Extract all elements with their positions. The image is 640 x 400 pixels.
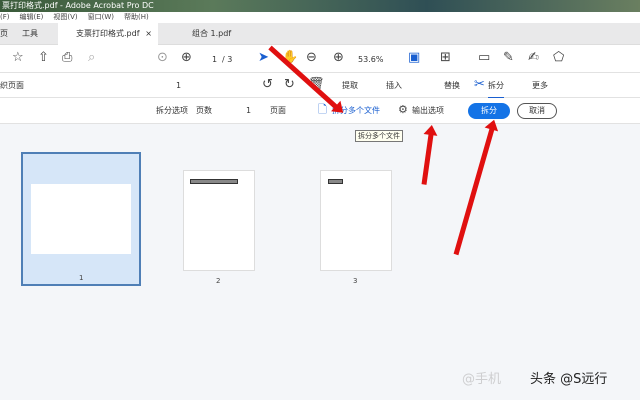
more-button[interactable]: 更多 bbox=[532, 81, 548, 91]
title-bar: 票打印格式.pdf - Adobe Acrobat Pro DC bbox=[0, 0, 640, 12]
split-button[interactable]: 拆分 bbox=[468, 103, 510, 119]
page-total: / 3 bbox=[222, 55, 233, 64]
menu-help[interactable]: 帮助(H) bbox=[124, 12, 149, 23]
tooltip: 拆分多个文件 bbox=[355, 130, 403, 142]
page-number: 2 bbox=[216, 277, 221, 285]
menu-view[interactable]: 视图(V) bbox=[53, 12, 77, 23]
watermark: 头条 @S远行 bbox=[530, 372, 608, 387]
tab-tools[interactable]: 工具 bbox=[22, 23, 38, 45]
page-thumbnail-3[interactable] bbox=[320, 170, 392, 271]
file-icon: 🗋 bbox=[318, 103, 327, 116]
comment-icon[interactable]: ▭ bbox=[478, 51, 490, 65]
unit-label: 页面 bbox=[270, 106, 286, 115]
scissors-icon: ✂ bbox=[474, 77, 485, 92]
page-number: 3 bbox=[353, 277, 358, 285]
red-arrow-annotation bbox=[453, 126, 495, 256]
tag-icon[interactable]: ⬠ bbox=[553, 51, 564, 65]
page-preview bbox=[31, 184, 131, 254]
scroll-mode-icon[interactable]: ⊞ bbox=[440, 51, 451, 65]
star-icon[interactable]: ☆ bbox=[12, 51, 24, 65]
tab-home[interactable]: 页 bbox=[0, 23, 8, 45]
page-number-input[interactable]: 1 bbox=[212, 55, 217, 65]
gear-icon: ⚙ bbox=[398, 103, 408, 116]
menu-window[interactable]: 窗口(W) bbox=[88, 12, 114, 23]
table-preview bbox=[328, 179, 343, 184]
extract-button[interactable]: 提取 bbox=[342, 81, 358, 91]
menu-bar: (F) 编辑(E) 视图(V) 窗口(W) 帮助(H) bbox=[0, 12, 640, 23]
close-tab-icon[interactable]: × bbox=[145, 23, 152, 45]
tab-label: 支票打印格式.pdf bbox=[76, 29, 140, 38]
cancel-button[interactable]: 取消 bbox=[517, 103, 557, 119]
tab-bar: 页 工具 支票打印格式.pdf × 组合 1.pdf bbox=[0, 23, 640, 45]
page-range-select[interactable]: 1 bbox=[176, 81, 181, 91]
split-options-label: 拆分选项 bbox=[156, 106, 188, 115]
split-mode-select[interactable]: 页数 bbox=[196, 106, 212, 116]
page-count-input[interactable]: 1 bbox=[246, 106, 251, 116]
menu-edit[interactable]: 编辑(E) bbox=[20, 12, 44, 23]
output-options-button[interactable]: 输出选项 bbox=[412, 106, 444, 116]
select-cursor-icon[interactable]: ➤ bbox=[258, 51, 269, 65]
zoom-out-icon[interactable]: ⊖ bbox=[306, 51, 317, 65]
main-toolbar: ☆ ⇧ ⎙ ⌕ ⊙ ⊕ 1 / 3 ➤ ✋ ⊖ ⊕ 53.6% ▣ ⊞ ▭ ✎ … bbox=[0, 45, 640, 73]
replace-button[interactable]: 替换 bbox=[444, 81, 460, 91]
tab-document-2[interactable]: 组合 1.pdf bbox=[192, 23, 231, 45]
fit-page-icon[interactable]: ▣ bbox=[408, 51, 420, 65]
search-icon[interactable]: ⌕ bbox=[88, 51, 95, 65]
tab-document-active[interactable]: 支票打印格式.pdf × bbox=[58, 23, 158, 45]
rotate-right-icon[interactable]: ↻ bbox=[284, 78, 295, 92]
organize-title: 织页面 bbox=[0, 81, 24, 90]
pen-icon[interactable]: ✎ bbox=[503, 51, 514, 65]
rotate-left-icon[interactable]: ↺ bbox=[262, 78, 273, 92]
split-options-bar: 拆分选项 页数 1 页面 🗋 拆分多个文件 ⚙ 输出选项 拆分 取消 bbox=[0, 98, 640, 124]
insert-button[interactable]: 插入 bbox=[386, 81, 402, 91]
watermark-faint: @手机 bbox=[462, 372, 502, 387]
page-thumbnail-2[interactable] bbox=[183, 170, 255, 271]
page-thumbnail-1-selected[interactable]: 1 bbox=[21, 152, 141, 286]
print-icon[interactable]: ⎙ bbox=[62, 51, 72, 65]
zoom-select[interactable]: 53.6% bbox=[358, 55, 383, 65]
page-down-icon[interactable]: ⊕ bbox=[181, 51, 192, 65]
menu-file[interactable]: (F) bbox=[0, 12, 10, 23]
page-number: 1 bbox=[79, 274, 84, 282]
zoom-in-icon[interactable]: ⊕ bbox=[333, 51, 344, 65]
table-preview bbox=[190, 179, 238, 184]
sign-icon[interactable]: ✍ bbox=[528, 51, 539, 65]
upload-cloud-icon[interactable]: ⇧ bbox=[38, 51, 49, 65]
split-tool-button[interactable]: 拆分 bbox=[488, 81, 504, 99]
page-up-icon[interactable]: ⊙ bbox=[157, 51, 168, 65]
red-arrow-annotation bbox=[421, 132, 434, 185]
